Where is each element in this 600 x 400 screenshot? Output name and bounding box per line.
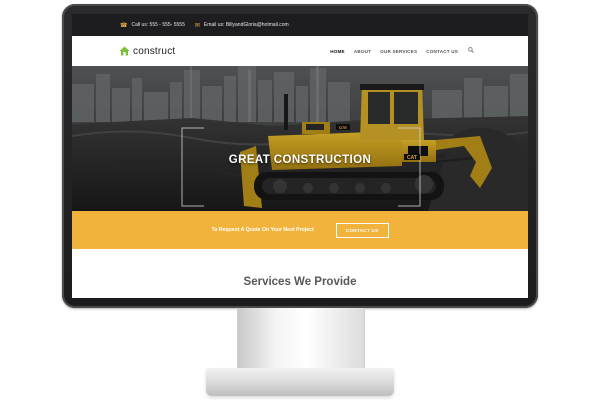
nav-contact-us[interactable]: CONTACT US [426, 49, 458, 54]
monitor-screen: ☎ Call us: 555 - 555- 5555 ✉ Email us: B… [72, 14, 528, 298]
nav-home[interactable]: HOME [330, 49, 345, 54]
hero-title: GREAT CONSTRUCTION [228, 154, 372, 166]
nav-our-services[interactable]: OUR SERVICES [380, 49, 417, 54]
site-logo[interactable]: construct [119, 46, 175, 57]
search-icon[interactable] [468, 47, 474, 55]
envelope-icon: ✉ [194, 22, 200, 29]
logo-text: construct [133, 45, 176, 57]
quote-cta-bar: To Request A Quote On Your Next Project … [72, 211, 528, 249]
house-icon [119, 46, 130, 56]
contact-us-button[interactable]: CONTACT US [335, 222, 389, 238]
phone-text: Call us: 555 - 555- 5555 [131, 22, 185, 28]
email-text[interactable]: Email us: BillyandGloria@hotmail.com [204, 22, 289, 28]
main-nav: HOME ABOUT OUR SERVICES CONTACT US [321, 47, 474, 55]
phone-icon: ☎ [120, 22, 128, 29]
monitor-stand-neck [237, 308, 365, 371]
monitor-stand-base [206, 368, 394, 396]
phone-info: ☎ Call us: 555 - 555- 5555 [120, 22, 185, 29]
services-heading: Services We Provide [243, 276, 357, 288]
quote-text: To Request A Quote On Your Next Project [211, 227, 314, 233]
main-navbar: construct HOME ABOUT OUR SERVICES CONTAC… [72, 36, 528, 67]
hero-banner: CAT D7E GREAT CONSTRUCTION [72, 66, 528, 211]
nav-about[interactable]: ABOUT [354, 49, 371, 54]
top-info-bar: ☎ Call us: 555 - 555- 5555 ✉ Email us: B… [72, 14, 528, 36]
email-info: ✉ Email us: BillyandGloria@hotmail.com [195, 22, 289, 29]
hero-background-image: CAT D7E [72, 66, 528, 211]
monitor-bezel: ☎ Call us: 555 - 555- 5555 ✉ Email us: B… [62, 4, 538, 308]
